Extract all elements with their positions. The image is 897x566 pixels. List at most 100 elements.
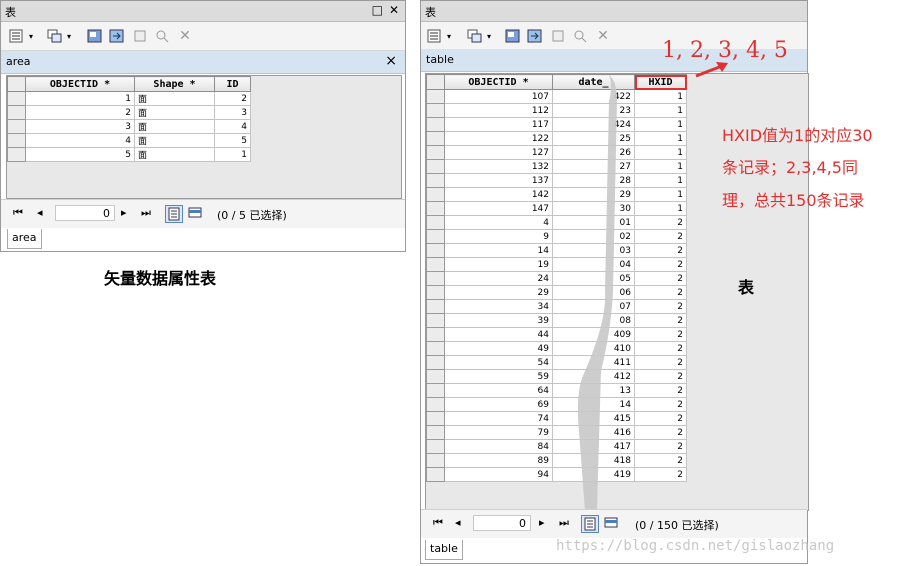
table-row[interactable]: 54 411 2 [426,355,687,370]
current-record-input[interactable]: 0 [55,205,115,221]
row-selector[interactable] [426,159,445,174]
row-selector[interactable] [426,369,445,384]
row-selector[interactable] [426,173,445,188]
row-selector[interactable] [426,285,445,300]
row-selector-header[interactable] [7,76,26,92]
row-selector[interactable] [426,201,445,216]
table-row[interactable]: 84 417 2 [426,439,687,454]
chevron-down-icon[interactable]: ▾ [27,28,35,44]
row-selector[interactable] [426,355,445,370]
show-selected-records-icon[interactable] [603,515,621,533]
table-row[interactable]: 14 03 2 [426,243,687,258]
last-record-icon[interactable]: ⏭ [141,207,151,219]
row-selector[interactable] [426,187,445,202]
bottom-tab-area[interactable]: area [7,229,42,249]
row-selector[interactable] [426,145,445,160]
table-row[interactable]: 107 422 1 [426,89,687,104]
row-selector[interactable] [426,439,445,454]
table-row[interactable]: 122 25 1 [426,131,687,146]
left-titlebar[interactable]: 表 □ ✕ [1,1,405,22]
table-row[interactable]: 4 01 2 [426,215,687,230]
previous-record-icon[interactable]: ◂ [455,517,461,529]
row-selector[interactable] [426,103,445,118]
row-selector[interactable] [426,117,445,132]
table-row[interactable]: 49 410 2 [426,341,687,356]
zoom-to-selected-icon[interactable] [155,28,171,44]
last-record-icon[interactable]: ⏭ [559,517,569,529]
row-selector[interactable] [426,229,445,244]
row-selector[interactable] [426,397,445,412]
row-selector[interactable] [426,411,445,426]
show-all-records-icon[interactable] [165,205,183,223]
table-row[interactable]: 39 08 2 [426,313,687,328]
first-record-icon[interactable]: ⏮ [433,517,443,529]
column-header[interactable]: OBJECTID * [444,74,553,90]
hxid-column-header[interactable]: HXID [634,74,687,90]
table-row[interactable]: 69 14 2 [426,397,687,412]
row-selector[interactable] [426,215,445,230]
table-row[interactable]: 34 07 2 [426,299,687,314]
chevron-down-icon[interactable]: ▾ [485,28,493,44]
row-selector[interactable] [426,243,445,258]
table-row[interactable]: 94 419 2 [426,467,687,482]
row-selector[interactable] [426,425,445,440]
restore-icon[interactable]: □ [372,3,383,17]
column-header[interactable]: ID [214,76,251,92]
chevron-down-icon[interactable]: ▾ [445,28,453,44]
left-tab-header[interactable]: area × [1,51,405,74]
row-selector[interactable] [7,105,26,120]
select-by-attributes-icon[interactable] [505,28,521,44]
table-row[interactable]: 127 26 1 [426,145,687,160]
close-icon[interactable]: × [385,53,397,69]
show-all-records-icon[interactable] [581,515,599,533]
table-row[interactable]: 137 28 1 [426,173,687,188]
table-row[interactable]: 74 415 2 [426,411,687,426]
next-record-icon[interactable]: ▸ [539,517,545,529]
row-selector[interactable] [426,327,445,342]
row-selector[interactable] [426,453,445,468]
bottom-tab-table[interactable]: table [425,540,463,560]
table-row[interactable]: 132 27 1 [426,159,687,174]
column-header[interactable]: OBJECTID * [25,76,135,92]
first-record-icon[interactable]: ⏮ [13,207,23,219]
row-selector[interactable] [426,341,445,356]
table-row[interactable]: 24 05 2 [426,271,687,286]
row-selector[interactable] [426,89,445,104]
table-row[interactable]: 5面1 [7,147,251,162]
table-row[interactable]: 59 412 2 [426,369,687,384]
row-selector[interactable] [7,119,26,134]
related-tables-icon[interactable] [467,28,483,44]
delete-selected-icon[interactable]: ✕ [177,28,193,44]
row-selector[interactable] [426,131,445,146]
table-row[interactable]: 19 04 2 [426,257,687,272]
table-options-icon[interactable] [427,28,443,44]
row-selector-header[interactable] [426,74,445,90]
table-row[interactable]: 2面3 [7,105,251,120]
table-row[interactable]: 9 02 2 [426,229,687,244]
right-titlebar[interactable]: 表 [421,1,807,22]
table-row[interactable]: 64 13 2 [426,383,687,398]
table-options-icon[interactable] [9,28,25,44]
table-row[interactable]: 1面2 [7,91,251,106]
switch-selection-icon[interactable] [527,28,543,44]
row-selector[interactable] [426,257,445,272]
table-row[interactable]: 117 424 1 [426,117,687,132]
related-tables-icon[interactable] [47,28,63,44]
zoom-to-selected-icon[interactable] [573,28,589,44]
table-row[interactable]: 147 30 1 [426,201,687,216]
clear-selection-icon[interactable] [133,28,149,44]
chevron-down-icon[interactable]: ▾ [65,28,73,44]
select-by-attributes-icon[interactable] [87,28,103,44]
row-selector[interactable] [426,383,445,398]
current-record-input[interactable]: 0 [473,515,531,531]
table-row[interactable]: 112 23 1 [426,103,687,118]
show-selected-records-icon[interactable] [187,205,205,223]
row-selector[interactable] [7,147,26,162]
close-icon[interactable]: ✕ [389,3,399,17]
column-header[interactable]: Shape * [134,76,215,92]
row-selector[interactable] [426,299,445,314]
next-record-icon[interactable]: ▸ [121,207,127,219]
previous-record-icon[interactable]: ◂ [37,207,43,219]
row-selector[interactable] [426,313,445,328]
table-row[interactable]: 29 06 2 [426,285,687,300]
